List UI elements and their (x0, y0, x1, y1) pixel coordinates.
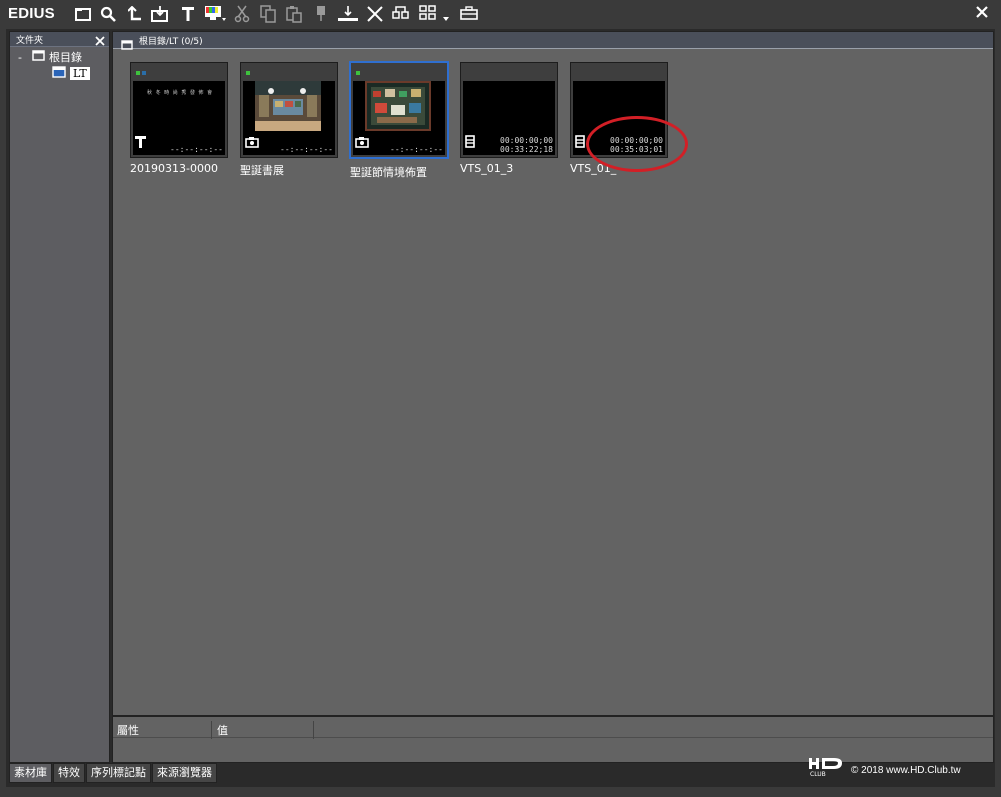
timecode: 00:00:00;00 00:33:22;18 (500, 136, 553, 154)
film-icon (465, 133, 475, 152)
close-panel-icon[interactable] (94, 32, 106, 46)
clip-thumbnail-card[interactable]: 00:00:00;00 00:33:22;18 (460, 62, 558, 158)
annotation-circle (586, 116, 688, 172)
film-icon (575, 133, 585, 152)
column-header-value[interactable]: 值 (217, 722, 228, 738)
tab-bin[interactable]: 素材庫 (9, 763, 52, 783)
tab-effects[interactable]: 特效 (53, 763, 85, 783)
add-to-timeline-icon[interactable] (312, 5, 330, 23)
title-icon (135, 133, 146, 152)
import-icon[interactable] (151, 5, 169, 23)
bin-header: 根目錄/LT (0/5) (113, 32, 993, 50)
hd-club-logo: CLUB (808, 757, 848, 781)
clip-name: 聖誕節情境佈置 (350, 166, 427, 179)
panel-tabs: 素材庫 特效 序列標記點 來源瀏覽器 (9, 763, 218, 783)
thumbnail-title-text: 秋 冬 時 尚 秀 發 佈 會 (147, 90, 214, 96)
cut-icon[interactable] (233, 5, 251, 23)
app-title: EDIUS (8, 5, 55, 22)
properties-panel: 屬性 值 (112, 716, 994, 763)
close-window-icon[interactable] (973, 3, 991, 21)
bin-path: 根目錄/LT (0/5) (139, 37, 203, 47)
status-dot (136, 71, 140, 75)
timecode: --:--:--:-- (170, 145, 223, 154)
clip-thumbnail-card[interactable]: --:--:--:-- (349, 61, 449, 159)
clip-name: VTS_01_3 (460, 162, 514, 175)
copy-icon[interactable] (259, 5, 277, 23)
clip-item[interactable]: 00:00:00;00 00:33:22;18 VTS_01_3 (460, 62, 558, 175)
timecode: --:--:--:-- (280, 145, 333, 154)
delete-icon[interactable] (366, 5, 384, 23)
timecode-in: --:--:--:-- (280, 145, 333, 154)
title-icon[interactable] (179, 5, 197, 23)
tree-item-label: LT (70, 67, 90, 80)
column-divider[interactable] (313, 721, 314, 739)
thumbnail-image (365, 81, 431, 131)
tab-sequence-markers[interactable]: 序列標記點 (86, 763, 151, 783)
properties-icon[interactable] (392, 5, 410, 23)
up-level-icon[interactable] (126, 5, 144, 23)
paste-icon[interactable] (285, 5, 303, 23)
copyright-text: © 2018 www.HD.Club.tw (851, 765, 961, 776)
clip-item[interactable]: --:--:--:-- 聖誕書展 (240, 62, 338, 178)
bin-panel: 根目錄/LT (0/5) 秋 冬 時 尚 秀 發 佈 會 --:--:--:--… (112, 31, 994, 716)
tab-source-browser[interactable]: 來源瀏覽器 (152, 763, 217, 783)
view-icon[interactable] (419, 5, 453, 23)
clip-item-selected[interactable]: --:--:--:-- 聖誕節情境佈置 (349, 61, 449, 180)
clip-thumbnail-card[interactable]: --:--:--:-- (240, 62, 338, 158)
tree-collapse-toggle[interactable]: - (18, 51, 28, 64)
folder-icon (121, 35, 133, 54)
thumbnail-image (255, 81, 321, 131)
folder-panel-header: 文件夾 (10, 32, 109, 47)
clip-thumbnail: 秋 冬 時 尚 秀 發 佈 會 (133, 81, 225, 155)
color-bar-icon[interactable] (204, 5, 228, 23)
camera-icon (355, 133, 369, 152)
folder-panel-title: 文件夾 (16, 36, 44, 46)
tool-icon[interactable] (458, 5, 480, 23)
status-dot (142, 71, 146, 75)
insert-to-timeline-icon[interactable] (337, 5, 359, 23)
clip-name: 聖誕書展 (240, 164, 284, 177)
timecode-in: 00:00:00;00 (500, 136, 553, 145)
tree-item-lt[interactable]: LT (52, 66, 90, 81)
folder-icon[interactable] (74, 5, 92, 23)
timecode-in: --:--:--:-- (390, 145, 443, 154)
properties-header: 屬性 值 (113, 719, 993, 739)
folder-icon (32, 50, 45, 64)
tree-root-label: 根目錄 (49, 51, 82, 64)
clip-item[interactable]: 秋 冬 時 尚 秀 發 佈 會 --:--:--:-- 20190313-000… (130, 62, 228, 175)
camera-icon (245, 133, 259, 152)
column-divider[interactable] (211, 721, 212, 739)
status-dot (356, 71, 360, 75)
column-header-property[interactable]: 屬性 (117, 722, 139, 738)
timecode-duration: 00:33:22;18 (500, 145, 553, 154)
svg-text:CLUB: CLUB (810, 771, 826, 777)
timecode-in: --:--:--:-- (170, 145, 223, 154)
main-toolbar: EDIUS (0, 0, 1001, 29)
clip-thumbnail-card[interactable]: 秋 冬 時 尚 秀 發 佈 會 --:--:--:-- (130, 62, 228, 158)
clip-name: 20190313-0000 (130, 162, 218, 175)
status-dot (246, 71, 250, 75)
search-icon[interactable] (99, 5, 117, 23)
open-folder-icon (52, 66, 66, 81)
timecode: --:--:--:-- (390, 145, 443, 154)
folder-panel: 文件夾 - 根目錄 LT (9, 31, 110, 763)
tree-root[interactable]: - 根目錄 (18, 49, 82, 65)
